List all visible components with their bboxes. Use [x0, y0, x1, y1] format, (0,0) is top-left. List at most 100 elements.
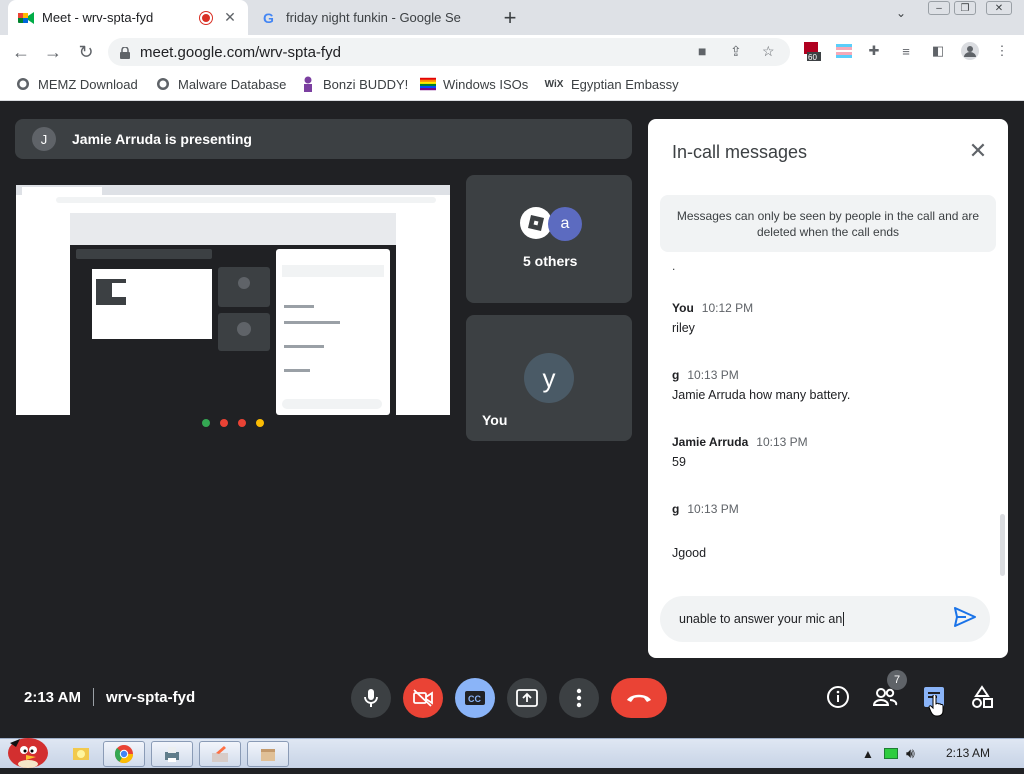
message-text: Jgood	[672, 546, 707, 560]
microphone-button[interactable]	[351, 678, 391, 718]
address-bar[interactable]: meet.google.com/wrv-spta-fyd	[108, 38, 790, 66]
forward-button[interactable]: →	[41, 40, 65, 64]
tab-google-search[interactable]: G friday night funkin - Google Se	[252, 0, 492, 35]
bookmark-label: Bonzi BUDDY!	[323, 76, 409, 92]
bookmark-star-icon[interactable]: ☆	[762, 43, 775, 60]
present-icon	[516, 689, 538, 707]
minimize-button[interactable]: –	[928, 1, 950, 15]
back-button[interactable]: ←	[9, 40, 33, 64]
restore-button[interactable]: ❐	[954, 1, 976, 15]
message-draft: unable to answer your mic an	[679, 612, 843, 626]
side-panel-icon[interactable]: ◧	[928, 41, 948, 61]
bookmarks-bar: MEMZ Download Malware Database Bonzi BUD…	[0, 69, 1024, 101]
close-panel-button[interactable]: ✕	[966, 138, 990, 163]
tab-title: friday night funkin - Google Se	[286, 10, 461, 25]
start-button[interactable]	[2, 733, 50, 769]
bookmark-label: Malware Database	[178, 76, 287, 92]
bookmark-label: MEMZ Download	[38, 76, 138, 92]
message-sender: You	[672, 301, 694, 315]
hang-up-icon	[627, 694, 651, 702]
browser-toolbar: ← → ↻ meet.google.com/wrv-spta-fyd ■ ⇪ ☆…	[0, 35, 1024, 69]
chrome-icon	[114, 745, 133, 764]
explorer-quicklaunch-icon[interactable]	[72, 745, 90, 766]
present-screen-button[interactable]	[507, 678, 547, 718]
taskbar-app-2[interactable]	[151, 741, 193, 767]
message-time: 10:12 PM	[701, 301, 754, 315]
bookmark-memz[interactable]: MEMZ Download	[15, 76, 138, 92]
close-window-button[interactable]: ✕	[986, 1, 1012, 15]
more-options-button[interactable]	[559, 678, 599, 718]
tab-meet[interactable]: Meet - wrv-spta-fyd ✕	[8, 0, 248, 35]
url-text: meet.google.com/wrv-spta-fyd	[140, 43, 341, 61]
taskbar-app-4[interactable]	[247, 741, 289, 767]
screenshare-video[interactable]	[16, 185, 450, 432]
bookmark-bonzi-buddy[interactable]: Bonzi BUDDY!	[300, 76, 408, 92]
wix-icon: WiX	[544, 78, 564, 90]
presenter-avatar: J	[32, 127, 56, 151]
message-item: g 10:13 PM	[672, 502, 739, 516]
meet-stage: J Jamie Arruda is presenting a 5 others …	[0, 102, 1024, 738]
message-item: g 10:13 PM Jamie Arruda how many battery.	[672, 368, 850, 402]
camera-off-button[interactable]	[403, 678, 443, 718]
meeting-code: wrv-spta-fyd	[105, 688, 196, 706]
message-time: 10:13 PM	[687, 368, 739, 382]
bookmark-label: Egyptian Embassy	[571, 76, 679, 92]
taskbar-app-3[interactable]	[199, 741, 241, 767]
people-count-badge: 7	[887, 670, 907, 690]
volume-icon[interactable]: 🔊︎	[906, 745, 915, 762]
more-menu-icon[interactable]: ⋮	[992, 41, 1012, 61]
in-call-messages-panel: In-call messages ✕ Messages can only be …	[648, 119, 1008, 658]
tab-strip: Meet - wrv-spta-fyd ✕ G friday night fun…	[0, 0, 1024, 35]
profile-icon[interactable]	[960, 41, 980, 61]
svg-text:G: G	[263, 10, 274, 26]
message-list[interactable]: . You 10:12 PM riley g 10:13 PM Jamie Arru…	[672, 259, 982, 577]
tab-search-icon[interactable]: ⌄	[896, 6, 906, 20]
self-tile[interactable]: y You	[466, 315, 632, 441]
printer-icon	[165, 747, 179, 762]
bookmark-malware-database[interactable]: Malware Database	[155, 76, 286, 92]
message-item: You 10:12 PM riley	[672, 301, 753, 335]
panel-title: In-call messages	[672, 142, 808, 162]
text-cursor	[843, 612, 845, 626]
send-icon	[954, 607, 976, 627]
participant-avatar: a	[548, 207, 582, 241]
package-icon	[261, 749, 275, 761]
message-scrollbar[interactable]	[1000, 514, 1005, 576]
bookmark-windows-isos[interactable]: Windows ISOs	[420, 76, 528, 92]
message-time: 10:13 PM	[687, 502, 739, 516]
self-label: You	[482, 412, 508, 428]
message-text: Jamie Arruda how many battery.	[672, 388, 851, 402]
tray-expand-icon[interactable]: ▲	[862, 747, 874, 761]
microphone-icon	[364, 689, 378, 707]
message-input[interactable]: unable to answer your mic an	[660, 596, 990, 642]
meet-icon	[18, 10, 34, 26]
others-tile[interactable]: a 5 others	[466, 175, 632, 303]
self-avatar: y	[524, 353, 574, 403]
camera-icon[interactable]: ■	[698, 43, 706, 59]
presenting-banner: J Jamie Arruda is presenting	[15, 119, 632, 159]
message-text: 59	[672, 455, 686, 469]
media-control-icon[interactable]: ≡	[896, 41, 916, 61]
message-item: Jamie Arruda 10:13 PM 59	[672, 435, 808, 469]
taskbar-clock[interactable]: 2:13 AM	[946, 746, 990, 760]
extension-icon[interactable]: 60	[802, 41, 822, 61]
close-tab-icon[interactable]: ✕	[222, 9, 238, 26]
send-button[interactable]	[954, 607, 978, 631]
puzzle-icon[interactable]: ✚	[864, 41, 884, 61]
svg-text:CC: CC	[468, 694, 481, 704]
bonzi-icon	[300, 76, 316, 92]
reload-button[interactable]: ↻	[74, 40, 98, 64]
activities-button[interactable]	[969, 684, 995, 710]
meeting-details-button[interactable]	[825, 684, 851, 710]
share-icon[interactable]: ⇪	[730, 43, 742, 60]
leave-call-button[interactable]	[611, 678, 667, 718]
meeting-time: 2:13 AM	[24, 688, 81, 706]
paint-icon	[212, 746, 228, 762]
network-icon[interactable]	[884, 748, 898, 759]
captions-button[interactable]: CC	[455, 678, 495, 718]
screenshare-image	[16, 185, 450, 432]
new-tab-button[interactable]: +	[498, 5, 522, 30]
taskbar-chrome[interactable]	[103, 741, 145, 767]
pride-flag-icon[interactable]	[834, 41, 854, 61]
bookmark-egyptian-embassy[interactable]: WiX Egyptian Embassy	[544, 76, 679, 92]
